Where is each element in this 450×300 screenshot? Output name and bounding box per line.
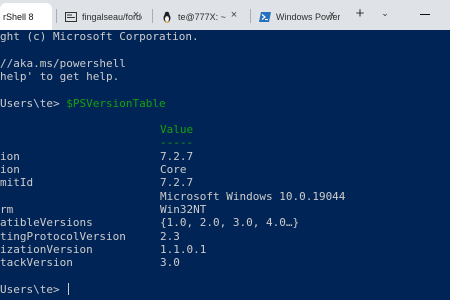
row-name: atibleVersions [0, 216, 93, 229]
tab-windows-powershell[interactable]: Windows PowerS × [252, 3, 346, 30]
column-header-underline: ----- [160, 136, 194, 149]
tab-ubuntu[interactable]: te@777X: ~ × [154, 3, 248, 30]
powershell-icon [259, 11, 271, 23]
close-icon[interactable]: × [228, 9, 240, 21]
close-icon[interactable]: × [130, 9, 142, 21]
row-value: 7.2.7 [160, 176, 194, 189]
dropdown-chevron-icon[interactable]: ⌄ [378, 6, 392, 22]
github-icon [65, 11, 77, 23]
tab-title: rShell 8 [3, 11, 34, 22]
row-value: 1.1.0.1 [160, 243, 207, 256]
prompt-text: Users\te> [0, 283, 67, 296]
terminal-output[interactable]: ght (c) Microsoft Corporation. //aka.ms/… [0, 30, 450, 300]
row-name: ion [0, 150, 20, 163]
row-value: Microsoft Windows 10.0.19044 [160, 190, 346, 203]
tab-fingalseau[interactable]: fingalseau/forder × [58, 3, 150, 30]
linux-penguin-icon [161, 11, 173, 23]
tab-separator [56, 9, 57, 23]
row-name: ion [0, 163, 20, 176]
row-name: mitId [0, 176, 34, 189]
row-value: {1.0, 2.0, 3.0, 4.0…} [160, 216, 300, 229]
copyright-line: ght (c) Microsoft Corporation. [0, 30, 199, 43]
new-tab-button[interactable]: + [352, 6, 368, 22]
url-line: //aka.ms/powershell [0, 57, 126, 70]
row-name: tackVersion [0, 256, 73, 269]
row-value: 2.3 [160, 230, 180, 243]
row-name: rm [0, 203, 14, 216]
row-name: izationVersion [0, 243, 93, 256]
prompt-line: Users\te> $PSVersionTable [0, 97, 166, 110]
tab-separator [152, 9, 153, 23]
row-value: Win32NT [160, 203, 207, 216]
row-value: 7.2.7 [160, 150, 194, 163]
row-value: 3.0 [160, 256, 180, 269]
tab-separator [250, 9, 251, 23]
minimize-button[interactable] [420, 14, 430, 15]
row-value: Core [160, 163, 187, 176]
command-text: $PSVersionTable [66, 97, 166, 110]
help-line: help' to get help. [0, 70, 120, 83]
prompt-line[interactable]: Users\te> [0, 283, 70, 296]
text-cursor [68, 283, 70, 295]
row-name: tingProtocolVersion [0, 230, 126, 243]
tab-powershell-active[interactable]: rShell 8 [0, 3, 52, 30]
tab-bar: rShell 8 fingalseau/forder × te@777X: ~ … [0, 0, 450, 30]
close-icon[interactable]: × [326, 9, 338, 21]
column-header-value: Value [160, 123, 194, 136]
prompt-text: Users\te> [0, 97, 67, 110]
